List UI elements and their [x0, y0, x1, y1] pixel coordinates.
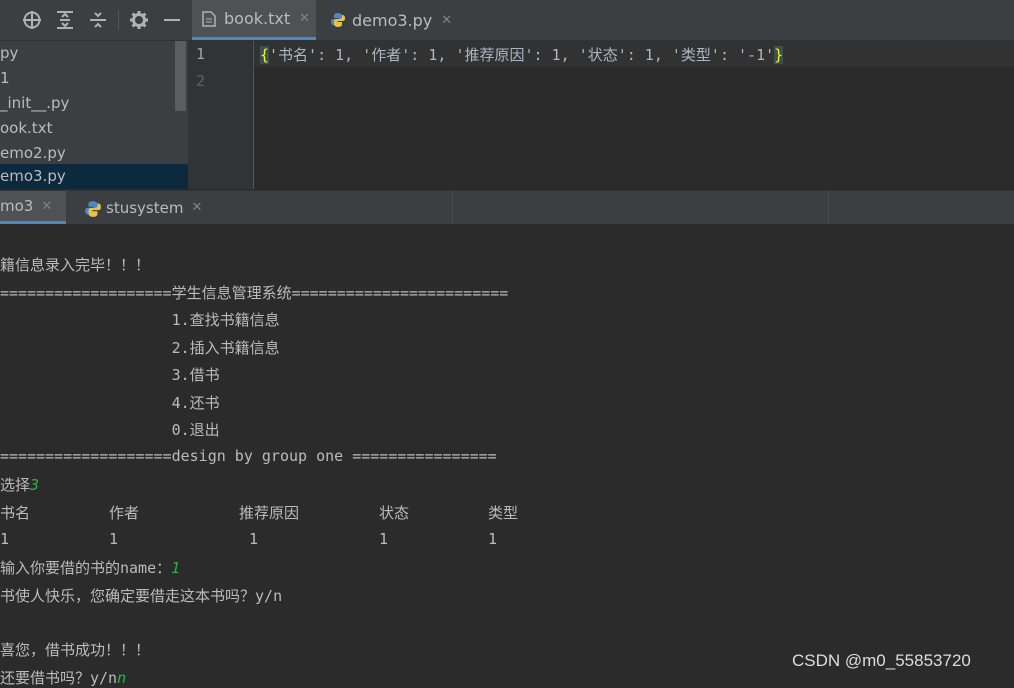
console-line: 0.退出: [0, 421, 220, 439]
project-tree: py 1 _init__.py ook.txt emo2.py emo3.py: [0, 41, 188, 189]
tree-item-selected[interactable]: emo3.py: [0, 164, 188, 189]
line-number: 2: [196, 72, 206, 90]
console-line: 书使人快乐，您确定要借走这本书吗？y/n: [0, 587, 283, 605]
close-icon[interactable]: ✕: [441, 13, 452, 28]
code-content: '书名': 1, '作者': 1, '推荐原因': 1, '状态': 1, '类…: [269, 46, 775, 64]
table-cell: 1: [249, 530, 259, 548]
console-line: 输入你要借的书的name：1: [0, 557, 180, 578]
console-line: ===================学生信息管理系统=============…: [0, 284, 509, 302]
code-line-1: {'书名': 1, '作者': 1, '推荐原因': 1, '状态': 1, '…: [260, 44, 784, 65]
crosshair-icon[interactable]: [22, 10, 42, 30]
python-file-icon: [330, 12, 345, 28]
table-header-cell: 书名: [0, 504, 31, 522]
table-header-cell: 作者: [109, 504, 140, 522]
tab-book-txt[interactable]: book.txt ✕: [192, 0, 316, 40]
run-tab-label: stusystem: [106, 198, 184, 217]
tab-label: demo3.py: [352, 10, 433, 30]
console-line: 还要借书吗？y/nn: [0, 667, 126, 688]
table-cell: 1: [0, 530, 10, 548]
console-line: 4.还书: [0, 394, 220, 412]
tree-scrollbar[interactable]: [175, 41, 186, 111]
open-brace: {: [260, 46, 270, 64]
user-input: 3: [30, 476, 40, 494]
console-line: 喜您，借书成功！！！: [0, 641, 151, 659]
user-input: n: [117, 669, 127, 687]
table-header-cell: 状态: [379, 504, 410, 522]
table-cell: 1: [488, 530, 498, 548]
tab-label: book.txt: [224, 9, 291, 28]
table-cell: 1: [379, 530, 389, 548]
divider: [828, 191, 829, 224]
user-input: 1: [171, 559, 181, 577]
run-tab-stusystem[interactable]: stusystem ✕: [78, 191, 228, 224]
table-header-cell: 类型: [488, 504, 519, 522]
top-toolbar: book.txt ✕ demo3.py ✕: [0, 0, 1014, 41]
tab-demo3-py[interactable]: demo3.py ✕: [320, 0, 452, 40]
tree-item[interactable]: 1: [0, 66, 188, 91]
expand-all-icon[interactable]: [55, 10, 75, 30]
prompt-text: 选择: [0, 476, 31, 494]
tree-item[interactable]: _init__.py: [0, 91, 188, 116]
line-number: 1: [196, 45, 206, 63]
minimize-icon[interactable]: [162, 10, 182, 30]
console-line: 2.插入书籍信息: [0, 339, 280, 357]
prompt-text: 还要借书吗？y/n: [0, 669, 118, 687]
collapse-all-icon[interactable]: [88, 10, 108, 30]
divider: [452, 191, 453, 224]
console-line: 籍信息录入完毕！！！: [0, 256, 151, 274]
tree-item[interactable]: py: [0, 41, 188, 66]
run-tabs-bar: mo3 ✕ stusystem ✕: [0, 190, 1014, 225]
watermark: CSDN @m0_55853720: [792, 651, 971, 670]
code-editor[interactable]: {'书名': 1, '作者': 1, '推荐原因': 1, '状态': 1, '…: [254, 41, 1014, 189]
gear-icon[interactable]: [129, 10, 149, 30]
toolbar-separator: [118, 10, 119, 30]
console-line: 1.查找书籍信息: [0, 311, 280, 329]
console-line: 选择3: [0, 474, 39, 495]
close-icon[interactable]: ✕: [191, 200, 202, 215]
close-brace: }: [774, 46, 784, 64]
tree-item[interactable]: emo2.py: [0, 141, 188, 166]
console-line: ===================design by group one =…: [0, 447, 497, 465]
console-line: 3.借书: [0, 366, 220, 384]
table-cell: 1: [109, 530, 119, 548]
text-file-icon: [202, 10, 216, 27]
run-tab-label: mo3: [0, 197, 34, 215]
close-icon[interactable]: ✕: [41, 199, 52, 214]
run-tab-demo3[interactable]: mo3 ✕: [0, 191, 66, 224]
close-icon[interactable]: ✕: [299, 11, 310, 26]
run-console[interactable]: 籍信息录入完毕！！！ ===================学生信息管理系统==…: [0, 224, 1014, 687]
prompt-text: 输入你要借的书的name：: [0, 559, 172, 577]
tree-item[interactable]: ook.txt: [0, 116, 188, 141]
table-header-cell: 推荐原因: [239, 504, 300, 522]
line-number-gutter: 1 2: [188, 41, 254, 189]
python-file-icon: [84, 200, 101, 217]
